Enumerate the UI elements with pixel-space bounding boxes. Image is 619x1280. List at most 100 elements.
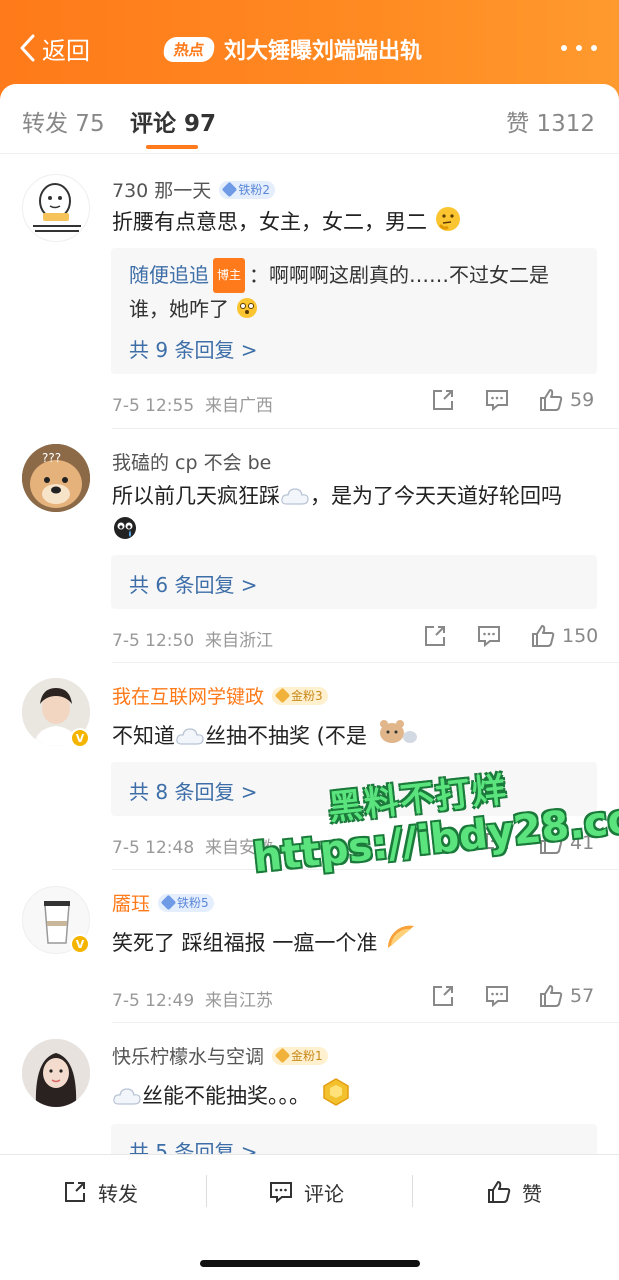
diamond-icon [222, 181, 238, 198]
comment-location: 来自广西 [204, 396, 273, 416]
comment-time: 7-5 12:55 [112, 396, 195, 416]
host-badge: 博主 [213, 258, 246, 293]
more-replies-link[interactable]: 共 9 条回复 > [129, 334, 258, 363]
comment-username[interactable]: 我磕的 cp 不会 be [112, 448, 271, 475]
fan-badge: 铁粉5 [158, 893, 214, 912]
more-replies-link[interactable]: 共 6 条回复 > [129, 569, 258, 598]
hot-badge: 热点 [162, 36, 216, 62]
like-button[interactable]: 59 [538, 385, 594, 415]
fan-badge-label: 铁粉5 [177, 896, 209, 910]
comment-meta: 7-5 12:55 来自广西 [112, 391, 273, 416]
like-count: 41 [570, 832, 595, 854]
username-text: 靥珏 [112, 893, 151, 915]
comment-icon [486, 986, 508, 1008]
bear-sticker-icon [379, 720, 417, 743]
share-icon [433, 986, 453, 1006]
comment-text-part: ，是为了今天天道好轮回吗 [310, 484, 562, 508]
cartoon-avatar-icon [23, 175, 89, 241]
reply-preview[interactable]: 共 8 条回复 > [111, 762, 597, 816]
separator [412, 1175, 413, 1207]
share-button[interactable] [430, 981, 456, 1011]
comment-text: 不知道 丝抽不抽奖 (不是 [112, 713, 592, 753]
thinking-emoji-icon [435, 207, 460, 231]
comment-text: 笑死了 踩组福报 一瘟一个准 [112, 920, 592, 960]
repost-button[interactable]: 转发 [62, 1175, 138, 1209]
like-button[interactable]: 150 [530, 621, 598, 651]
share-button[interactable] [430, 385, 456, 415]
crown-icon [274, 1047, 291, 1064]
like-button[interactable]: 41 [538, 828, 594, 858]
dog-avatar-icon: ??? [22, 444, 90, 512]
reply-preview[interactable]: 共 6 条回复 > [111, 555, 597, 609]
tab-repost[interactable]: 转发 75 [22, 104, 105, 138]
cloud-emoji-icon [176, 728, 204, 745]
comment-username[interactable]: 730 那一天 铁粉2 [112, 176, 275, 203]
avatar[interactable] [22, 1039, 90, 1107]
tab-likes[interactable]: 赞 1312 [506, 104, 595, 138]
comment-meta: 7-5 12:49 来自江苏 [112, 986, 273, 1011]
share-button[interactable] [422, 621, 448, 651]
comment-time: 7-5 12:48 [112, 838, 195, 858]
like-count: 59 [570, 389, 595, 411]
tab-comment[interactable]: 评论 97 [130, 104, 216, 138]
comment-username[interactable]: 快乐柠檬水与空调 金粉1 [112, 1042, 328, 1069]
share-icon [65, 1182, 85, 1202]
share-icon [425, 626, 445, 646]
back-label: 返回 [42, 36, 90, 65]
thumbs-up-icon [540, 389, 563, 411]
chevron-left-icon [20, 34, 35, 62]
divider [112, 428, 619, 429]
person-avatar-icon [22, 1039, 90, 1107]
title-text: 刘大锤曝刘端端出轨 [224, 39, 423, 64]
reply-username[interactable]: 随便追追 [129, 263, 209, 287]
home-indicator [200, 1260, 420, 1267]
comment-location: 来自江苏 [204, 991, 273, 1011]
comment-icon [478, 626, 500, 648]
reply-button[interactable] [484, 385, 510, 415]
comment-username[interactable]: 我在互联网学键政 金粉3 [112, 682, 328, 709]
comment-icon [486, 390, 508, 412]
avatar[interactable] [22, 174, 90, 242]
like-label: 赞 [522, 1181, 542, 1206]
username-text: 我磕的 cp 不会 be [112, 452, 272, 474]
cloud-emoji-icon [113, 1088, 141, 1105]
verified-badge-icon: V [70, 934, 90, 954]
reply-preview[interactable]: 随便追追 博主 ：啊啊啊这剧真的……不过女二是谁，她咋了 共 9 条回复 > [111, 248, 597, 374]
thumbs-up-icon [532, 625, 555, 647]
reply-text: 随便追追 博主 ：啊啊啊这剧真的……不过女二是谁，她咋了 [129, 258, 581, 326]
fan-badge: 铁粉2 [219, 180, 275, 199]
comment-text-content: 折腰有点意思，女主，女二，男二 [112, 210, 427, 234]
reply-button[interactable] [476, 621, 502, 651]
comment-meta: 7-5 12:50 来自浙江 [112, 626, 273, 651]
back-button[interactable]: 返回 [18, 30, 90, 66]
crown-icon [274, 687, 291, 704]
comment-time: 7-5 12:50 [112, 631, 195, 651]
fan-badge: 金粉3 [272, 686, 328, 705]
avatar[interactable]: ??? [22, 444, 90, 512]
crying-emoji-icon [114, 517, 136, 539]
comment-meta: 7-5 12:48 来自安徽 [112, 833, 273, 858]
reply-button[interactable] [484, 828, 510, 858]
comment-button[interactable]: 评论 [268, 1175, 344, 1209]
like-button[interactable]: 赞 [486, 1175, 542, 1209]
cloud-emoji-icon [281, 488, 309, 505]
bottom-action-bar: 转发 评论 赞 [0, 1154, 619, 1280]
tab-bar: 转发 75 评论 97 赞 1312 [0, 84, 619, 154]
comment-time: 7-5 12:49 [112, 991, 195, 1011]
more-options-button[interactable] [561, 36, 597, 60]
reply-button[interactable] [484, 981, 510, 1011]
dot-icon [576, 45, 582, 51]
surprised-emoji-icon [237, 298, 258, 318]
username-text: 快乐柠檬水与空调 [112, 1046, 265, 1068]
fan-badge-label: 金粉1 [291, 1049, 323, 1063]
like-count: 57 [570, 985, 595, 1007]
share-icon [433, 390, 453, 410]
comment-text: 丝能不能抽奖。。。 [112, 1073, 592, 1113]
like-button[interactable]: 57 [538, 981, 594, 1011]
svg-text:???: ??? [42, 451, 61, 465]
thumbs-up-icon [488, 1181, 511, 1203]
more-replies-link[interactable]: 共 8 条回复 > [129, 776, 258, 805]
comment-username[interactable]: 靥珏 铁粉5 [112, 889, 214, 916]
comment-text-content: 丝能不能抽奖。。。 [142, 1084, 310, 1108]
comment-text-part: 丝抽不抽奖 (不是 [205, 724, 367, 748]
